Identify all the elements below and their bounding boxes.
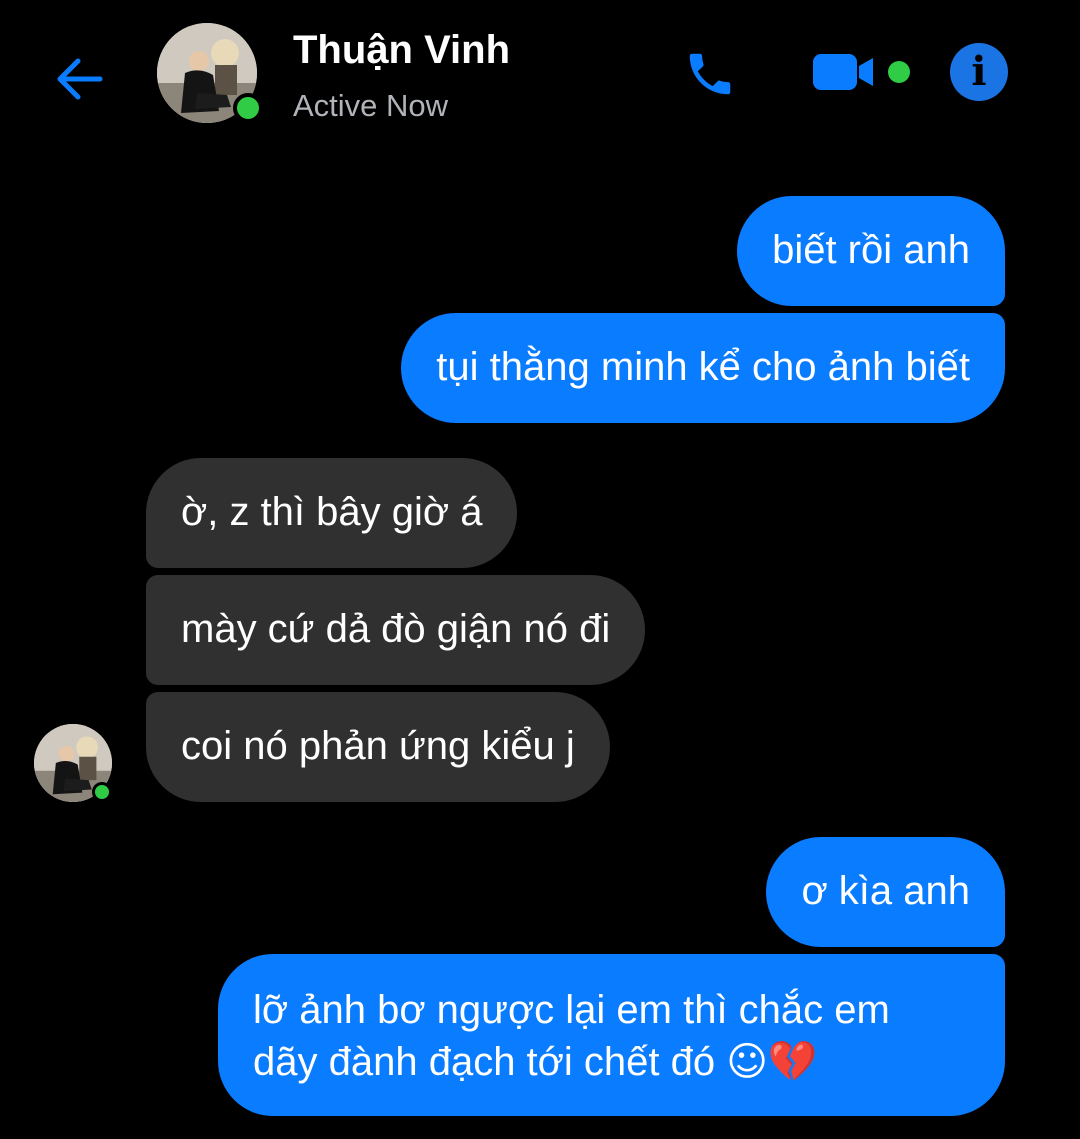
message-text: biết rồi anh <box>772 228 970 272</box>
message-bubble[interactable]: tụi thằng minh kể cho ảnh biết <box>401 313 1005 423</box>
message-bubble[interactable]: biết rồi anh <box>737 196 1005 306</box>
contact-name[interactable]: Thuận Vinh <box>293 28 510 73</box>
video-active-dot <box>888 61 910 83</box>
message-bubble[interactable]: lỡ ảnh bơ ngược lại em thì chắc em dãy đ… <box>218 954 1005 1116</box>
online-indicator <box>233 93 263 123</box>
sender-avatar[interactable] <box>34 724 112 802</box>
message-bubble[interactable]: ơ kìa anh <box>766 837 1005 947</box>
arrow-left-icon <box>57 58 103 100</box>
info-button[interactable]: i <box>950 43 1008 101</box>
contact-avatar[interactable] <box>157 23 263 123</box>
phone-icon <box>689 53 731 95</box>
message-text: coi nó phản ứng kiểu j <box>181 724 575 768</box>
video-call-button[interactable] <box>808 48 880 96</box>
message-text: ơ kìa anh <box>801 869 970 913</box>
conversation-header: Thuận Vinh Active Now i <box>0 0 1080 150</box>
message-bubble[interactable]: mày cứ dả đò giận nó đi <box>146 575 646 685</box>
active-status: Active Now <box>293 88 449 123</box>
back-button[interactable] <box>50 50 108 108</box>
message-text: ờ, z thì bây giờ á <box>181 490 483 534</box>
voice-call-button[interactable] <box>680 44 740 104</box>
message-text: tụi thằng minh kể cho ảnh biết <box>436 345 970 389</box>
message-bubble[interactable]: ờ, z thì bây giờ á <box>146 458 518 568</box>
info-icon: i <box>971 48 987 95</box>
message-bubble[interactable]: coi nó phản ứng kiểu j <box>146 692 610 802</box>
message-text: mày cứ dả đò giận nó đi <box>181 607 611 651</box>
online-indicator <box>92 782 112 802</box>
emoji-reaction-text: ☺💔 <box>726 1039 818 1085</box>
video-camera-icon <box>813 54 873 90</box>
